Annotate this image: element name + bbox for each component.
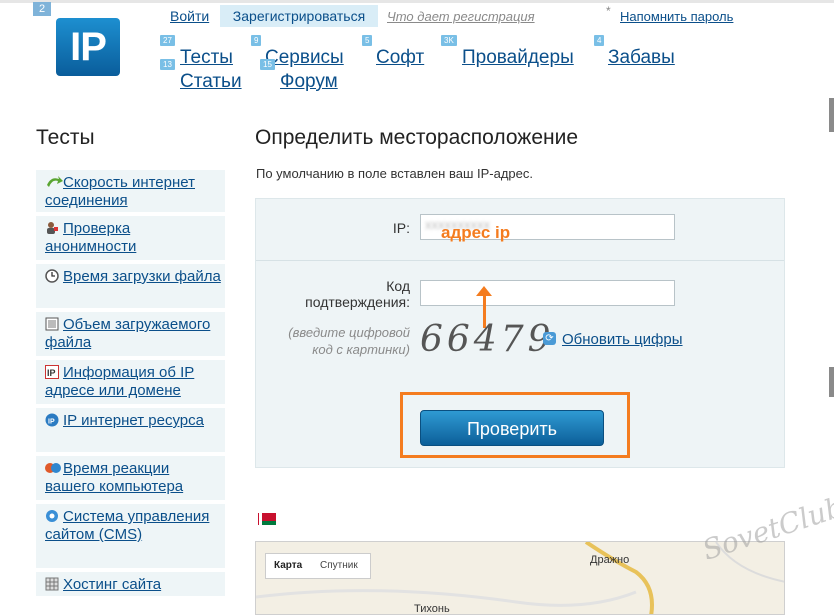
scrollbar-mark-top[interactable] [829,98,834,132]
nav-badge-tests: 27 [160,35,175,46]
top-strip [0,0,834,3]
nav-badge-forum: 15 [260,59,275,70]
satellite-button[interactable]: Спутник [320,560,358,571]
nav-badge-providers: 3K [441,35,457,46]
sidebar-item-label: Время загрузки файла [63,268,221,285]
sidebar-item-ip-info[interactable]: IP Информация об IP адресе или домене [36,360,225,406]
login-link[interactable]: Войти [170,8,209,24]
nav-badge-soft: 5 [362,35,373,46]
page-title: Определить месторасположение [255,126,579,149]
sidebar-item-ip-resource[interactable]: IP IP интернет ресурса [36,408,225,454]
speed-arrow-icon [45,175,63,189]
map-place-drazhno: Дражно [590,554,630,566]
nav-badge-articles: 13 [160,59,175,70]
sidebar-item-label: Хостинг сайта [63,576,162,593]
scrollbar-mark-mid[interactable] [829,367,834,397]
default-ip-hint: По умолчанию в поле вставлен ваш IP-адре… [256,166,533,181]
nav-badge-fun: 4 [594,35,605,46]
map-type-toggle: Карта Спутник [265,553,371,579]
ip-box-icon: IP [45,365,59,379]
map-button[interactable]: Карта [274,560,302,571]
captcha-note: (введите цифровой код с картинки) [288,325,410,357]
code-label-line2: подтверждения: [305,294,410,310]
sidebar-item-cms[interactable]: Система управления сайтом (CMS) [36,504,225,570]
nav-item-articles[interactable]: Статьи [180,71,242,93]
sidebar-item-label: Скорость интернет соединения [45,174,195,209]
sidebar-item-hosting[interactable]: Хостинг сайта [36,572,225,598]
clock-icon [45,269,59,283]
ip-annotation-label: адрес ip [441,223,511,242]
sidebar-item-label: Система управления сайтом (CMS) [45,508,210,543]
nav-item-soft[interactable]: Софт [376,47,424,69]
map-place-tikhon: Тихонь [414,603,450,615]
form-divider [256,260,784,261]
nav-item-services[interactable]: Сервисы [265,47,344,69]
person-icon [45,221,59,235]
logo-badge: 2 [33,2,51,16]
ip-label: IP: [392,220,410,236]
nav-badge-services: 9 [251,35,262,46]
monitor-icon [45,317,59,331]
sidebar-item-label: Время реакции вашего компьютера [45,460,184,495]
check-button[interactable]: Проверить [420,410,604,446]
grid-icon [45,577,59,591]
sidebar-item-file-volume[interactable]: Объем загружаемого файла [36,312,225,358]
ip-globe-icon: IP [45,413,59,427]
code-label: Код подтверждения: [280,278,410,310]
sidebar-item-download-time[interactable]: Время загрузки файла [36,264,225,310]
sidebar-item-label: Информация об IP адресе или домене [45,364,195,399]
refresh-digits-link[interactable]: Обновить цифры [562,331,683,348]
nav-item-tests[interactable]: Тесты [180,47,233,69]
sidebar-item-anonymity[interactable]: Проверка анонимности [36,216,225,262]
nav-item-providers[interactable]: Провайдеры [462,47,574,69]
code-label-line1: Код [386,278,410,294]
sidebar-item-label: IP интернет ресурса [63,412,204,429]
captcha-input[interactable] [420,280,675,306]
sidebar-item-label: Объем загружаемого файла [45,316,211,351]
reaction-icon [45,461,61,475]
nav-item-forum[interactable]: Форум [280,71,338,93]
star-mark: * [606,4,611,18]
sidebar-item-reaction-time[interactable]: Время реакции вашего компьютера [36,456,225,502]
svg-text:IP: IP [48,419,55,426]
why-register-link[interactable]: Что дает регистрация [387,9,535,24]
sidebar-item-speed[interactable]: Скорость интернет соединения [36,170,225,214]
gear-icon [45,509,59,523]
remind-password-link[interactable]: Напомнить пароль [620,9,733,24]
sidebar-title: Тесты [36,126,95,149]
captcha-image: 66479 [420,319,555,360]
refresh-icon[interactable]: ⟳ [543,332,556,345]
site-logo[interactable]: IP [56,18,120,76]
register-button[interactable]: Зарегистрироваться [220,5,378,27]
nav-item-fun[interactable]: Забавы [608,47,675,69]
flag-icon [257,512,276,525]
svg-text:IP: IP [47,368,56,378]
